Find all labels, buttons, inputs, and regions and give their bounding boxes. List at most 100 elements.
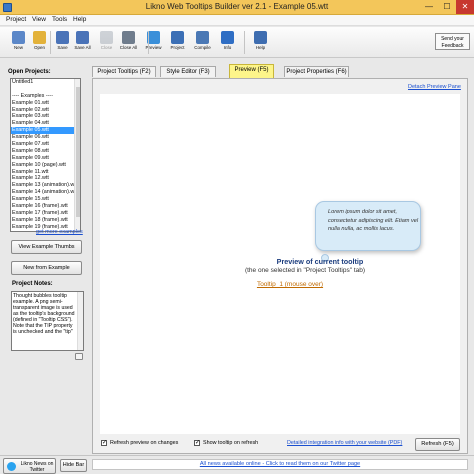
toolbar-button-label: Project — [170, 45, 185, 50]
project-notes-text: Thought bubbles tooltip example. A png s… — [13, 293, 75, 335]
twitter-news-button[interactable]: Likno News on Twitter — [3, 458, 56, 474]
tab-preview[interactable]: Preview (F5) — [229, 64, 274, 78]
toolbar-separator — [244, 31, 245, 54]
send-feedback-button[interactable]: Send your Feedback — [435, 33, 470, 50]
close-all-icon — [122, 31, 135, 44]
list-item[interactable]: Example 11.wtt — [11, 169, 80, 176]
list-item[interactable]: Untitled1 — [11, 79, 80, 86]
menu-view[interactable]: View — [32, 16, 46, 23]
list-item[interactable]: Example 13 (animation).w — [11, 182, 80, 189]
preview-options-bar: ✓ Refresh preview on changes ✓ Show tool… — [93, 436, 467, 454]
menu-project[interactable]: Project — [6, 16, 26, 23]
projects-scrollbar[interactable] — [74, 79, 80, 231]
expand-notes-icon[interactable] — [75, 353, 83, 360]
toolbar-button-label: Open — [33, 45, 45, 50]
project-button[interactable]: Project — [167, 29, 188, 56]
status-bar: Likno News on Twitter Hide Bar All news … — [0, 455, 474, 474]
toolbar-button-label: Help — [255, 45, 266, 50]
close-window-button[interactable]: ✕ — [456, 0, 474, 14]
toolbar-button-label: Save — [57, 45, 68, 50]
preview-title: Preview of current tooltip — [276, 257, 364, 266]
toolbar: New Open Save Save All Close Close All Preview… — [0, 27, 474, 58]
preview-area: Lorem ipsum dolor sit amet, consectetur … — [100, 94, 460, 434]
show-on-refresh-label: Show tooltip on refresh — [203, 440, 259, 446]
list-item[interactable]: Example 15.wtt — [11, 196, 80, 203]
refresh-on-changes-label: Refresh preview on changes — [110, 440, 179, 446]
title-bar: Likno Web Tooltips Builder ver 2.1 - Exa… — [0, 0, 474, 15]
toolbar-button-label: Close All — [119, 45, 138, 50]
preview-button[interactable]: Preview — [143, 29, 164, 56]
list-item[interactable]: Example 04.wtt — [11, 120, 80, 127]
save-all-button[interactable]: Save All — [72, 29, 93, 56]
tab-style-editor[interactable]: Style Editor (F3) — [160, 66, 216, 77]
refresh-button[interactable]: Refresh (F5) — [415, 438, 460, 451]
list-item[interactable]: Example 05.wtt — [11, 127, 80, 135]
preview-panel: Detach Preview Pane Lorem ipsum dolor si… — [92, 78, 468, 454]
open-projects-list[interactable]: Untitled1 ---- Examples ---- Example 01.w… — [10, 78, 81, 232]
open-projects-header: Open Projects: — [8, 69, 51, 75]
info-icon — [221, 31, 234, 44]
list-item[interactable]: Example 14 (animation).w — [11, 189, 80, 196]
list-item[interactable]: Example 10 (page).wtt — [11, 162, 80, 169]
detach-preview-pane-link[interactable]: Detach Preview Pane — [408, 84, 461, 90]
save-icon — [56, 31, 69, 44]
twitter-news-label: Likno News on Twitter — [20, 461, 54, 473]
refresh-on-changes-checkbox[interactable]: ✓ — [101, 440, 107, 446]
tab-project-tooltips[interactable]: Project Tooltips (F2) — [92, 66, 156, 77]
project-notes-textarea[interactable]: Thought bubbles tooltip example. A png s… — [11, 291, 84, 351]
list-item[interactable]: Example 06.wtt — [11, 134, 80, 141]
close-all-button[interactable]: Close All — [118, 29, 139, 56]
tab-strip: Project Tooltips (F2) Style Editor (F3) … — [92, 64, 452, 78]
show-on-refresh-checkbox[interactable]: ✓ — [194, 440, 200, 446]
new-button[interactable]: New — [8, 29, 29, 56]
tooltip-trigger-link[interactable]: Tooltip_1 (mouse over) — [240, 281, 340, 288]
news-ticker[interactable]: All news available online - Click to rea… — [92, 459, 468, 470]
info-button[interactable]: Info — [217, 29, 238, 56]
list-item[interactable]: Example 17 (frame).wtt — [11, 210, 80, 217]
new-from-example-button[interactable]: New from Example — [11, 261, 82, 275]
minimize-button[interactable]: — — [420, 0, 438, 14]
list-item[interactable]: Example 18 (frame).wtt — [11, 217, 80, 224]
menu-tools[interactable]: Tools — [52, 16, 67, 23]
toolbar-button-label: New — [13, 45, 23, 50]
help-button[interactable]: Help — [250, 29, 271, 56]
view-example-thumbs-button[interactable]: View Example Thumbs — [11, 240, 82, 254]
toolbar-button-label: Save All — [74, 45, 91, 50]
list-item[interactable]: Example 07.wtt — [11, 141, 80, 148]
get-more-examples-link[interactable]: get more examples — [36, 229, 83, 235]
list-item[interactable]: Example 03.wtt — [11, 113, 80, 120]
list-item[interactable]: ---- Examples ---- — [11, 93, 80, 100]
list-item[interactable]: Example 16 (frame).wtt — [11, 203, 80, 210]
save-button[interactable]: Save — [52, 29, 73, 56]
project-notes-header: Project Notes: — [12, 281, 53, 287]
toolbar-separator — [148, 31, 149, 54]
list-item[interactable]: Example 01.wtt — [11, 100, 80, 107]
twitter-bird-icon — [7, 462, 16, 471]
close-button[interactable]: Close — [96, 29, 117, 56]
list-item[interactable]: Example 02.wtt — [11, 107, 80, 114]
toolbar-button-label: Preview — [145, 45, 162, 50]
open-button[interactable]: Open — [29, 29, 50, 56]
news-ticker-link[interactable]: All news available online - Click to rea… — [200, 461, 360, 467]
list-item[interactable]: Example 09.wtt — [11, 155, 80, 162]
save-all-icon — [76, 31, 89, 44]
new-file-icon — [12, 31, 25, 44]
tab-project-properties[interactable]: Project Properties (F6) — [284, 66, 349, 77]
project-icon — [171, 31, 184, 44]
compile-icon — [196, 31, 209, 44]
notes-scrollbar[interactable] — [77, 292, 83, 350]
preview-subtitle: (the one selected in "Project Tooltips" … — [244, 267, 366, 274]
menu-bar: Project View Tools Help — [0, 15, 474, 26]
menu-help[interactable]: Help — [73, 16, 86, 23]
hide-bar-button[interactable]: Hide Bar — [60, 459, 87, 472]
list-item[interactable]: Example 12.wtt — [11, 175, 80, 182]
toolbar-button-label: Compile — [194, 45, 211, 50]
list-item[interactable] — [11, 86, 80, 93]
list-item[interactable]: Example 08.wtt — [11, 148, 80, 155]
toolbar-button-label: Close — [100, 45, 113, 50]
compile-button[interactable]: Compile — [192, 29, 213, 56]
tooltip-bubble-text: Lorem ipsum dolor sit amet, consectetur … — [328, 209, 419, 232]
integration-info-link[interactable]: Detailed integration info with your webs… — [287, 440, 402, 446]
toolbar-separator — [50, 31, 51, 54]
maximize-button[interactable]: ☐ — [438, 0, 456, 14]
